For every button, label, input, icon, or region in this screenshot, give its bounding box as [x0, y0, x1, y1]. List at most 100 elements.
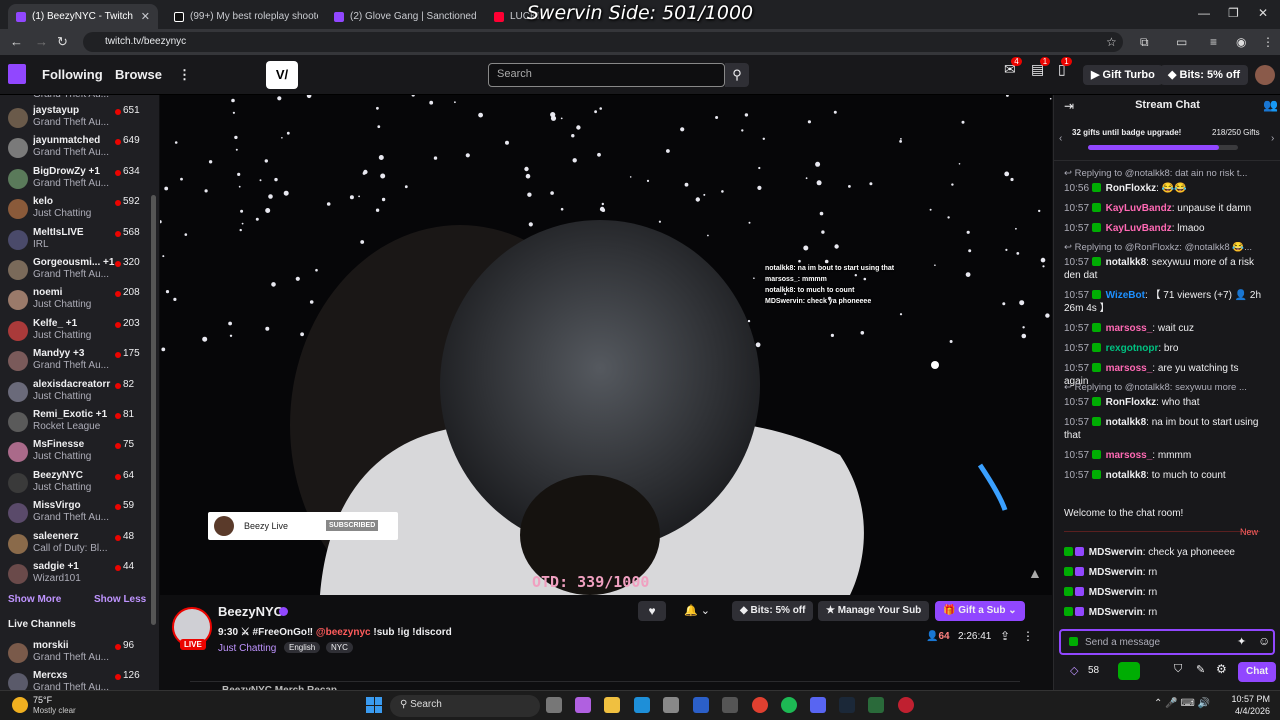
bookmark-star-icon[interactable]: ☆ [1106, 35, 1117, 49]
title-mention[interactable]: @beezynyc [316, 627, 371, 638]
share-icon[interactable]: ⇪ [1000, 629, 1010, 643]
msg-user[interactable]: WizeBot [1106, 290, 1145, 301]
extension-logo-icon[interactable]: V/ [266, 61, 298, 89]
pen-icon[interactable]: ✎ [1196, 663, 1205, 676]
next-arrow-icon[interactable]: › [1271, 133, 1274, 144]
sidebar-channel[interactable]: jaystayup Grand Theft Au... 651 [0, 105, 150, 135]
show-less-link[interactable]: Show Less [94, 594, 146, 605]
msg-user[interactable]: marsoss_ [1106, 363, 1153, 374]
browse-link[interactable]: Browse [115, 67, 162, 82]
reload-icon[interactable]: ↻ [57, 34, 68, 50]
gift-turbo-button[interactable]: ▶ Gift Turbo [1083, 65, 1163, 85]
msg-user[interactable]: marsoss_ [1106, 323, 1153, 334]
chrome-icon[interactable] [752, 697, 768, 713]
task-view-icon[interactable] [546, 697, 562, 713]
sidebar-channel[interactable]: MissVirgo Grand Theft Au... 59 [0, 500, 150, 530]
msg-user[interactable]: KayLuvBandz [1106, 223, 1172, 234]
store-icon[interactable] [663, 697, 679, 713]
prev-arrow-icon[interactable]: ‹ [1059, 133, 1062, 144]
edge-icon[interactable] [634, 697, 650, 713]
weather-icon[interactable] [12, 697, 28, 713]
xbox-icon[interactable] [868, 697, 884, 713]
emote-icon[interactable]: ☺ [1258, 634, 1270, 648]
chat-message[interactable]: 10:57 notalkk8: to much to count [1064, 469, 1264, 482]
user-avatar[interactable] [1255, 65, 1275, 85]
sidebar-channel[interactable]: Mandyy +3 Grand Theft Au... 175 [0, 348, 150, 378]
url-field[interactable]: twitch.tv/beezynyc [83, 32, 1123, 52]
video-player[interactable]: notalkk8: na im bout to start using that… [160, 95, 1052, 595]
tag-english[interactable]: English [284, 642, 321, 653]
notifications-icon[interactable]: ▯ 1 [1058, 57, 1072, 78]
forward-icon[interactable]: → [35, 34, 48, 49]
chat-message[interactable]: 10:57 marsoss_: wait cuz [1064, 322, 1264, 335]
sidebar-icon[interactable]: ▭ [1176, 35, 1187, 49]
inbox-icon[interactable]: ✉ 4 [1004, 57, 1022, 78]
bits-stream-button[interactable]: ◆ Bits: 5% off [732, 601, 814, 621]
more-dots-icon[interactable]: ⋮ [178, 67, 191, 83]
sidebar-channel[interactable]: MsFinesse Just Chatting 75 [0, 439, 150, 469]
chat-message[interactable]: MDSwervin: rn [1064, 586, 1264, 599]
chat-message[interactable]: 10:57 notalkk8: sexywuu more of a risk d… [1064, 256, 1264, 282]
chat-message[interactable]: MDSwervin: rn [1064, 566, 1264, 579]
live-channel[interactable]: morskii Grand Theft Au... 96 [0, 640, 150, 670]
sidebar-channel[interactable]: alexisdacreatorr Just Chatting 82 [0, 379, 150, 409]
msg-user[interactable]: MDSwervin [1089, 567, 1143, 578]
windows-start-icon[interactable] [366, 697, 382, 713]
app-icon[interactable] [722, 697, 738, 713]
outlook-icon[interactable] [693, 697, 709, 713]
chat-message[interactable]: 10:57 KayLuvBandz: unpause it damn [1064, 202, 1264, 215]
more-options-icon[interactable]: ⋮ [1022, 629, 1034, 643]
msg-user[interactable]: KayLuvBandz [1106, 203, 1172, 214]
chat-message[interactable]: MDSwervin: check ya phoneeee [1064, 546, 1264, 559]
file-explorer-icon[interactable] [604, 697, 620, 713]
sidebar-scrollbar[interactable] [151, 195, 156, 625]
msg-user[interactable]: MDSwervin [1089, 547, 1143, 558]
sidebar-channel[interactable]: noemi Just Chatting 208 [0, 287, 150, 317]
follow-heart-button[interactable]: ♥ [638, 601, 666, 621]
chat-message[interactable]: 10:57 KayLuvBandz: lmaoo [1064, 222, 1264, 235]
tray-icons[interactable]: ⌃ 🎤 ⌨ 🔊 [1154, 698, 1210, 709]
chat-message[interactable]: 10:57 notalkk8: na im bout to start usin… [1064, 416, 1264, 442]
notification-bell-button[interactable]: 🔔 ⌄ [684, 601, 720, 621]
sidebar-channel[interactable]: BeezyNYC Just Chatting 64 [0, 470, 150, 500]
sidebar-channel[interactable]: saleenerz Call of Duty: Bl... 48 [0, 531, 150, 561]
msg-user[interactable]: RonFloxkz [1106, 397, 1157, 408]
twitch-logo-icon[interactable] [8, 64, 26, 84]
chat-message[interactable]: 10:57 marsoss_: mmmm [1064, 449, 1264, 462]
discord-icon[interactable] [810, 697, 826, 713]
msg-user[interactable]: notalkk8 [1106, 257, 1147, 268]
msg-user[interactable]: rexgotnopr [1106, 343, 1159, 354]
sidebar-channel[interactable]: BigDrowZy +1 Grand Theft Au... 634 [0, 166, 150, 196]
chat-message[interactable]: 10:57 RonFloxkz: who that [1064, 396, 1264, 409]
sidebar-channel[interactable]: Kelfe_ +1 Just Chatting 203 [0, 318, 150, 348]
bits-button[interactable]: ◆ Bits: 5% off [1160, 65, 1249, 85]
category-link[interactable]: Just Chatting [218, 643, 276, 654]
sidebar-channel[interactable]: Remi_Exotic +1 Rocket League 81 [0, 409, 150, 439]
community-icon[interactable]: 👥 [1263, 98, 1278, 112]
chat-message[interactable]: 10:57 rexgotnopr: bro [1064, 342, 1264, 355]
msg-user[interactable]: marsoss_ [1106, 450, 1153, 461]
sidebar-channel[interactable]: MeltIsLIVE IRL 568 [0, 227, 150, 257]
extensions-icon[interactable]: ⧉ [1140, 35, 1149, 50]
msg-user[interactable]: notalkk8 [1106, 417, 1147, 428]
magic-wand-icon[interactable]: ✦ [1237, 635, 1246, 648]
shield-icon[interactable]: ⛉ [1174, 663, 1182, 676]
tag-nyc[interactable]: NYC [326, 642, 353, 653]
msg-user[interactable]: MDSwervin [1089, 587, 1143, 598]
settings-gear-icon[interactable]: ⚙ [1216, 662, 1227, 676]
sidebar-channel[interactable]: kelo Just Chatting 592 [0, 196, 150, 226]
gift-sub-button[interactable]: 🎁 Gift a Sub ⌄ [935, 601, 1025, 621]
chat-message[interactable]: 10:56 RonFloxkz: 😂😂 [1064, 182, 1264, 195]
sidebar-channel[interactable]: jayunmatched Grand Theft Au... 649 [0, 135, 150, 165]
spotify-icon[interactable] [781, 697, 797, 713]
chat-input[interactable]: Send a message ✦ ☺ [1059, 629, 1275, 655]
video-control-icon[interactable]: ▲ [1028, 565, 1042, 581]
sidebar-channel[interactable]: Gorgeousmi... +1 Grand Theft Au... 320 [0, 257, 150, 287]
msg-user[interactable]: RonFloxkz [1106, 183, 1157, 194]
msg-user[interactable]: MDSwervin [1089, 607, 1143, 618]
steam-icon[interactable] [839, 697, 855, 713]
taskbar-search[interactable]: ⚲ Search [390, 695, 540, 717]
opera-icon[interactable] [898, 697, 914, 713]
copilot-icon[interactable] [575, 697, 591, 713]
channel-points-icon[interactable]: ◇ [1070, 664, 1078, 677]
